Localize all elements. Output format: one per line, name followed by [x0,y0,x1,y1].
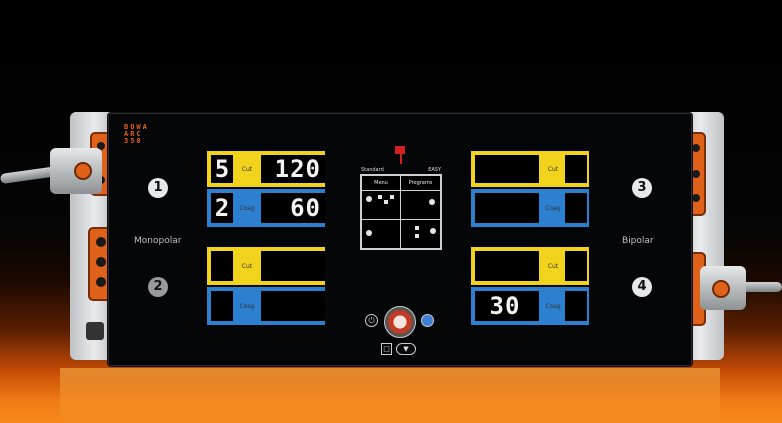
programs-label: Programs [408,180,433,186]
ch2-coag-mode [211,291,233,321]
footswitch-icon: □ [381,343,392,355]
circle-icon [366,230,372,236]
ch1-coag-mode: 2 [211,193,233,223]
block-icon [384,200,388,204]
ch4-coag-tag: Coag [545,302,561,310]
ch2-cut-tag: Cut [241,262,253,270]
ch2-cut-value [261,251,325,281]
power-button[interactable] [384,306,416,338]
wireless-icon[interactable] [421,314,434,327]
status-indicator [400,154,402,164]
ch2-cut-mode [211,251,233,281]
ch1-cut-tag: Cut [241,165,253,173]
ch3-coag-value [475,193,539,223]
ch4-cut-mode [565,251,587,281]
ch3-coag-mode [565,193,587,223]
floor-reflection [60,368,720,423]
screen-cell-2[interactable] [400,190,441,220]
screen-header-left: Standard [361,167,384,173]
standby-icon[interactable]: ⏻ [365,314,378,327]
brand-logo: BOWA ARC 350 [124,123,149,145]
ch1-cut-mode: 5 [211,155,233,183]
ch3-coag-display[interactable]: Coag [471,189,589,227]
monopolar-label: Monopolar [134,236,182,246]
ch4-coag-value: 30 [475,291,539,321]
block-icon [415,226,419,230]
programs-button[interactable]: Programs [400,175,441,191]
neutral-electrode-icon: ▼ [396,343,416,355]
output-4-indicator: 4 [632,277,652,297]
screen-cell-1[interactable] [361,190,401,220]
ch1-cut-display[interactable]: 5 Cut 120 [207,151,325,187]
screen-header-right: EASY [428,167,441,173]
ch1-coag-value: 60 [261,193,325,223]
block-icon [415,234,419,238]
circle-icon [429,199,435,205]
ch3-cut-display[interactable]: Cut [471,151,589,187]
ch2-coag-value [261,291,325,321]
right-plug[interactable] [700,266,746,310]
menu-label: Menu [374,180,388,186]
ch2-cut-display[interactable]: Cut [207,247,325,285]
center-touchscreen[interactable]: Standard EASY Menu Programs [360,167,442,250]
ch3-coag-tag: Coag [545,204,561,212]
output-2-indicator: 2 [148,277,168,297]
neutral-electrode-socket[interactable] [86,322,104,340]
menu-button[interactable]: Menu [361,175,401,191]
ch1-coag-display[interactable]: 2 Coag 60 [207,189,325,227]
left-plug[interactable] [50,148,102,194]
ch4-cut-tag: Cut [547,262,559,270]
status-logo-icon [395,146,405,154]
ch4-cut-value [475,251,539,281]
circle-icon [430,228,436,234]
ch1-coag-tag: Coag [239,204,255,212]
screen-cell-3[interactable] [361,219,401,249]
ch3-cut-tag: Cut [547,165,559,173]
bipolar-label: Bipolar [622,236,654,246]
output-1-indicator: 1 [148,178,168,198]
ch3-cut-value [475,155,539,183]
block-icon [378,195,382,199]
ch3-cut-mode [565,155,587,183]
ch2-coag-display[interactable]: Coag [207,287,325,325]
circle-icon [366,196,372,202]
ch1-cut-value: 120 [261,155,325,183]
ch2-coag-tag: Coag [239,302,255,310]
ch4-coag-mode [565,291,587,321]
block-icon [390,195,394,199]
output-3-indicator: 3 [632,178,652,198]
screen-cell-4[interactable] [400,219,441,249]
ch4-cut-display[interactable]: Cut [471,247,589,285]
ch4-coag-display[interactable]: 30 Coag [471,287,589,325]
